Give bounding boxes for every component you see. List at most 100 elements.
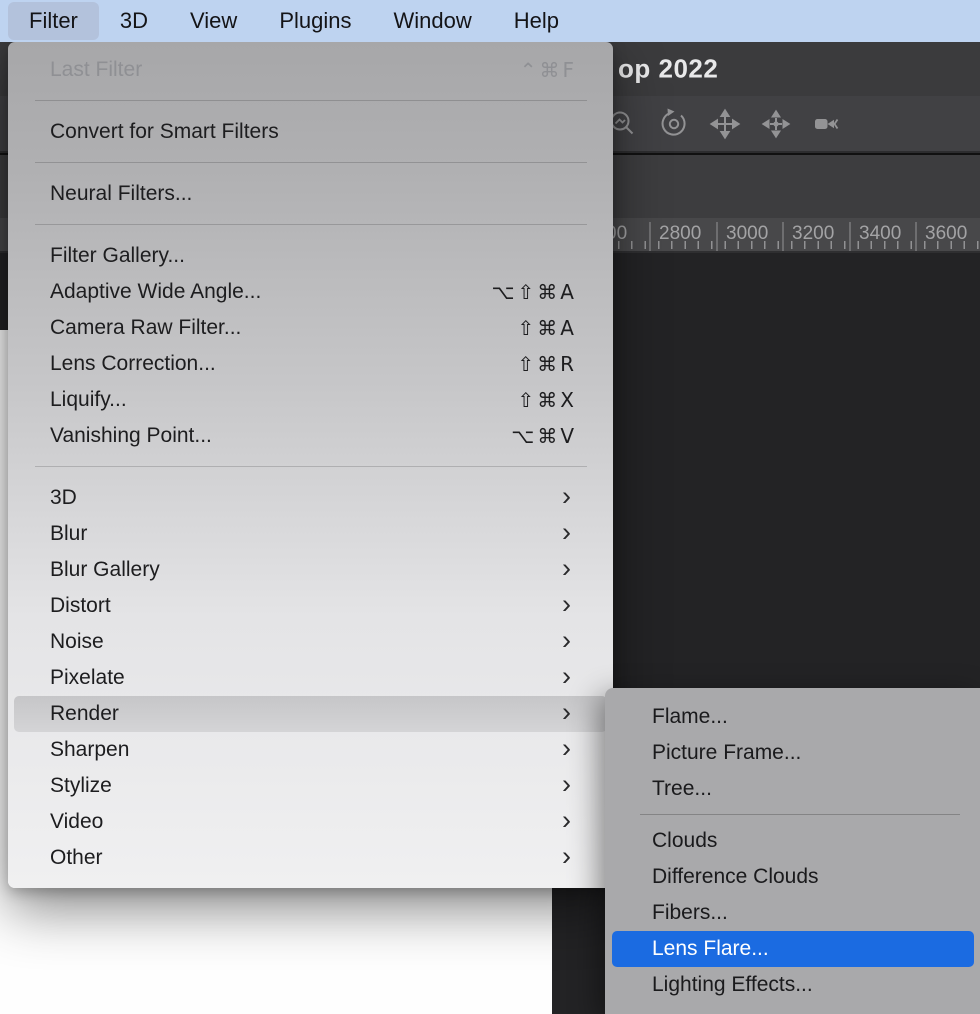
menu-item-label: Fibers... (652, 901, 728, 925)
ruler-label: 3000 (726, 223, 768, 245)
submenu-chevron-icon: › (562, 591, 595, 618)
window-title: op 2022 (618, 54, 718, 85)
menu-item-distort[interactable]: Distort › (14, 588, 607, 624)
menu-item-blur-gallery[interactable]: Blur Gallery › (14, 552, 607, 588)
menu-item-picture-frame[interactable]: Picture Frame... (612, 735, 974, 771)
submenu-chevron-icon: › (562, 519, 595, 546)
menu-item-label: Lens Flare... (652, 937, 769, 961)
menu-separator (35, 466, 587, 467)
pan-3d-icon[interactable] (708, 107, 742, 141)
menu-item-noise[interactable]: Noise› (14, 624, 607, 660)
menu-item-label: Other (50, 846, 103, 870)
menu-item-lens-flare[interactable]: Lens Flare... (612, 931, 974, 967)
menu-item-last-filter: Last Filter ⌃⌘F (14, 52, 607, 88)
menu-item-flame[interactable]: Flame... (612, 699, 974, 735)
ruler-major-tick (649, 222, 651, 251)
menu-item-vanishing-point[interactable]: Vanishing Point...⌥⌘V (14, 418, 607, 454)
menu-item-label: Clouds (652, 829, 717, 853)
orbit-3d-icon[interactable] (657, 107, 691, 141)
ruler-major-tick (716, 222, 718, 251)
menu-item-label: Neural Filters... (50, 182, 192, 206)
menu-item-label: Vanishing Point... (50, 424, 212, 448)
menu-item-label: Filter Gallery... (50, 244, 185, 268)
menu-item-render[interactable]: Render › (14, 696, 607, 732)
submenu-chevron-icon: › (562, 807, 595, 834)
menubar-item-label: Help (514, 8, 559, 34)
menu-item-3d[interactable]: 3D › (14, 480, 607, 516)
menu-item-shortcut: ⇧⌘R (517, 352, 595, 376)
menu-item-label: Noise (50, 630, 104, 654)
submenu-chevron-icon: › (562, 663, 595, 690)
camera-3d-icon[interactable] (810, 107, 844, 141)
menubar-item-label: Window (393, 8, 471, 34)
ruler-minor-ticks (578, 241, 980, 249)
menu-item-label: Camera Raw Filter... (50, 316, 241, 340)
menu-item-label: Tree... (652, 777, 712, 801)
menubar-item-view[interactable]: View (169, 2, 258, 40)
menu-item-label: Blur (50, 522, 87, 546)
menu-item-neural-filters[interactable]: Neural Filters... (14, 176, 607, 212)
menu-item-blur[interactable]: Blur › (14, 516, 607, 552)
submenu-chevron-icon: › (562, 735, 595, 762)
menu-item-label: Lighting Effects... (652, 973, 813, 997)
menu-item-label: Last Filter (50, 58, 142, 82)
menu-separator (640, 814, 960, 815)
ruler-label: 3400 (859, 223, 901, 245)
menu-item-convert-for-smart-filters[interactable]: Convert for Smart Filters (14, 114, 607, 150)
submenu-chevron-icon: › (562, 555, 595, 582)
menu-item-label: Convert for Smart Filters (50, 120, 279, 144)
menu-item-clouds[interactable]: Clouds (612, 823, 974, 859)
menu-item-other[interactable]: Other › (14, 840, 607, 876)
menu-item-shortcut: ⌃⌘F (520, 58, 595, 82)
menu-item-tree[interactable]: Tree... (612, 771, 974, 807)
submenu-chevron-icon: › (562, 699, 595, 726)
menu-item-shortcut: ⌥⇧⌘A (492, 280, 596, 304)
menubar-item-label: 3D (120, 8, 148, 34)
menubar-item-3d[interactable]: 3D (99, 2, 169, 40)
menu-item-adaptive-wide-angle[interactable]: Adaptive Wide Angle...⌥⇧⌘A (14, 274, 607, 310)
screen: op 2022 0028003000320034003600 Filter3DV… (0, 0, 980, 1014)
submenu-chevron-icon: › (562, 771, 595, 798)
submenu-chevron-icon: › (562, 483, 595, 510)
slide-3d-icon[interactable] (759, 107, 793, 141)
menu-item-label: 3D (50, 486, 77, 510)
menu-bar: Filter 3D View Plugins Window Help (0, 0, 980, 42)
ruler-major-tick (915, 222, 917, 251)
render-submenu: Flame... Picture Frame... Tree... Clouds Dif… (605, 688, 980, 1014)
menubar-item-plugins[interactable]: Plugins (258, 2, 372, 40)
menu-item-fibers[interactable]: Fibers... (612, 895, 974, 931)
menu-separator (35, 100, 587, 101)
menu-separator (35, 224, 587, 225)
menubar-item-window[interactable]: Window (372, 2, 492, 40)
menu-item-label: Flame... (652, 705, 728, 729)
ruler-major-tick (782, 222, 784, 251)
menu-item-pixelate[interactable]: Pixelate › (14, 660, 607, 696)
menubar-item-label: Filter (29, 8, 78, 34)
menu-item-difference-clouds[interactable]: Difference Clouds (612, 859, 974, 895)
menu-item-label: Distort (50, 594, 111, 618)
menu-item-stylize[interactable]: Stylize › (14, 768, 607, 804)
menu-item-lens-correction[interactable]: Lens Correction... ⇧⌘R (14, 346, 607, 382)
submenu-chevron-icon: › (562, 843, 595, 870)
menu-item-label: Liquify... (50, 388, 127, 412)
menu-item-label: Picture Frame... (652, 741, 801, 765)
menu-item-label: Blur Gallery (50, 558, 160, 582)
menu-item-camera-raw-filter[interactable]: Camera Raw Filter... ⇧⌘A (14, 310, 607, 346)
menubar-item-help[interactable]: Help (493, 2, 580, 40)
menu-item-liquify[interactable]: Liquify... ⇧⌘X (14, 382, 607, 418)
menubar-item-filter[interactable]: Filter (8, 2, 99, 40)
menu-item-label: Render (50, 702, 119, 726)
menu-item-label: Lens Correction... (50, 352, 216, 376)
ruler-major-tick (849, 222, 851, 251)
menu-item-label: Pixelate (50, 666, 125, 690)
menu-item-lighting-effects[interactable]: Lighting Effects... (612, 967, 974, 1003)
menu-item-label: Stylize (50, 774, 112, 798)
menu-item-shortcut: ⇧⌘A (518, 316, 595, 340)
ruler-label: 2800 (659, 223, 701, 245)
menubar-item-label: Plugins (279, 8, 351, 34)
menu-item-video[interactable]: Video› (14, 804, 607, 840)
menu-item-shortcut: ⇧⌘X (518, 388, 595, 412)
filter-menu: Last Filter ⌃⌘F Convert for Smart Filters N… (8, 42, 613, 888)
menu-item-sharpen[interactable]: Sharpen› (14, 732, 607, 768)
menu-item-filter-gallery[interactable]: Filter Gallery... (14, 238, 607, 274)
